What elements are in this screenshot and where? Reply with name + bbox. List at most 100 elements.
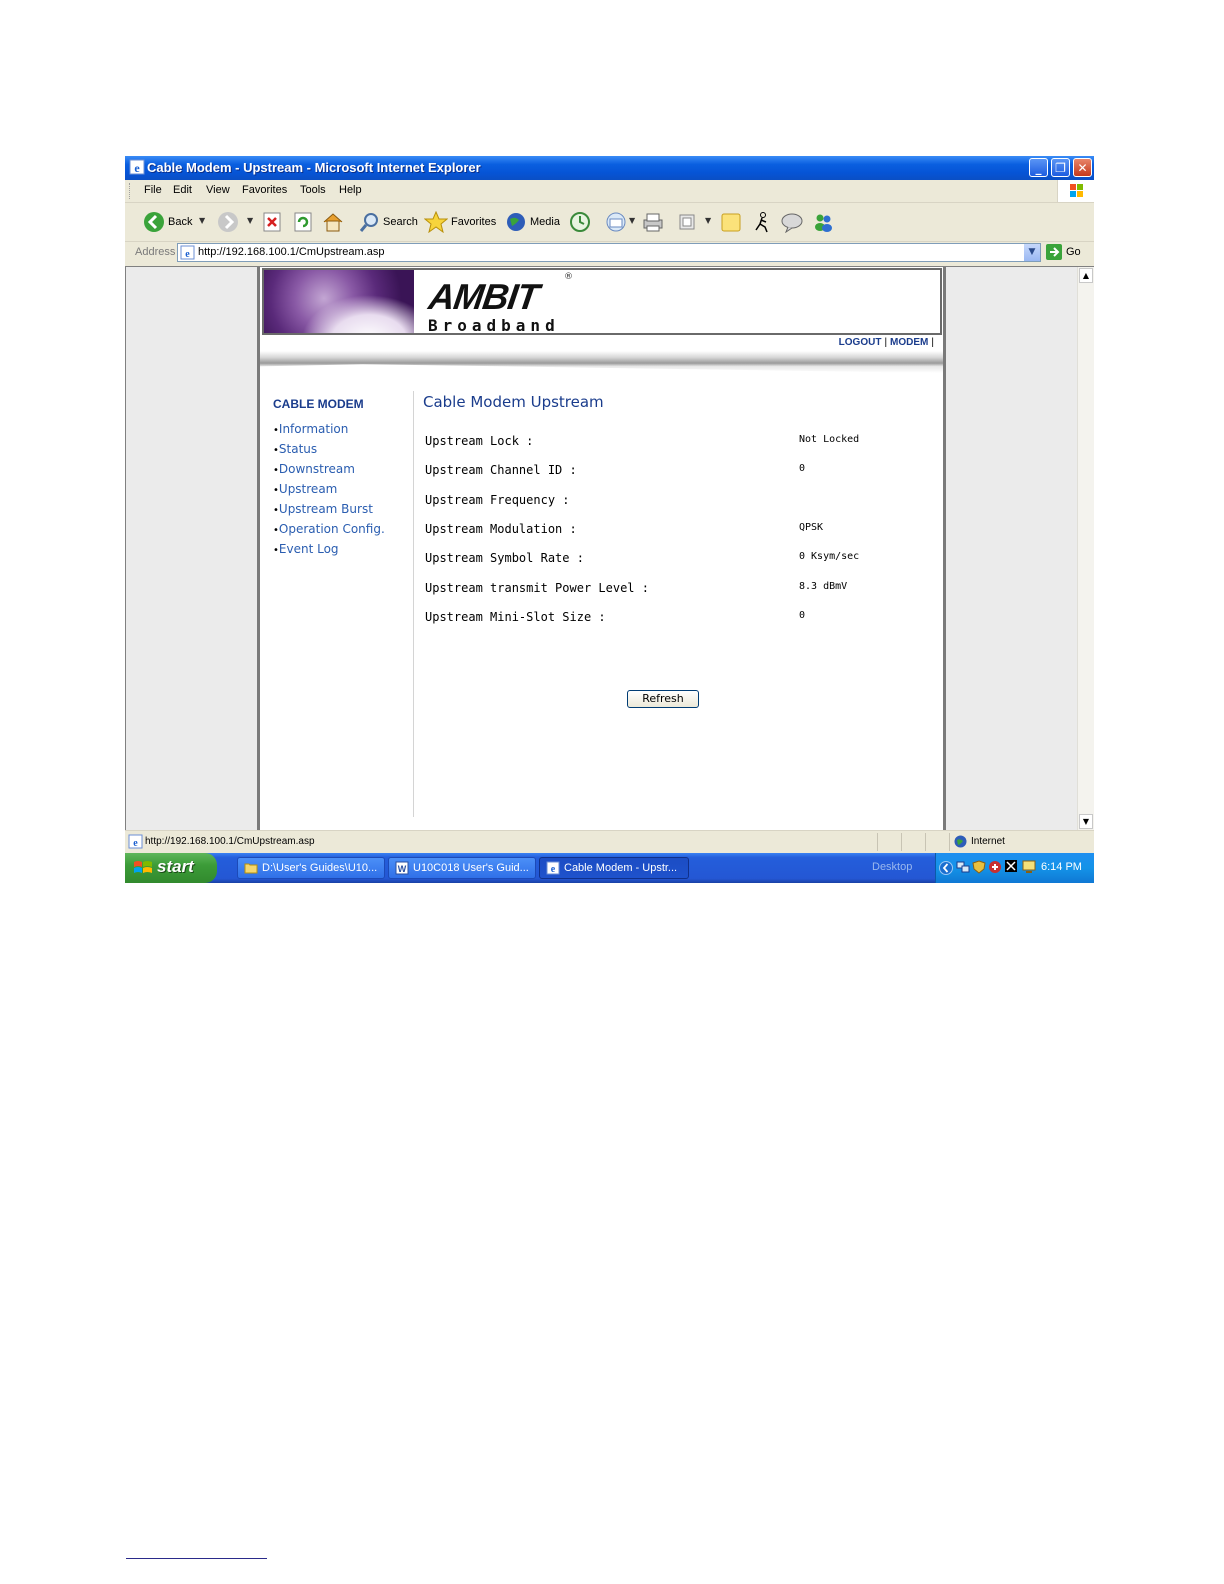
sidebar-item-status[interactable]: •Status (273, 441, 385, 461)
minimize-button[interactable]: _ (1029, 158, 1048, 177)
vertical-scrollbar[interactable]: ▲ ▼ (1077, 267, 1094, 830)
network-icon[interactable] (956, 860, 970, 874)
address-url: http://192.168.100.1/CmUpstream.asp (198, 246, 385, 258)
link-separator: | (931, 337, 934, 348)
menu-help[interactable]: Help (339, 184, 362, 196)
favorites-star-icon (424, 211, 448, 233)
chat-button[interactable] (780, 210, 804, 234)
security-shield-icon[interactable] (972, 860, 986, 874)
symbol-rate-value: 0 Ksym/sec (799, 551, 860, 562)
footnote-rule (126, 1558, 267, 1559)
print-button[interactable] (641, 210, 665, 234)
start-button[interactable]: start (125, 853, 217, 883)
header-swoosh (260, 351, 943, 373)
forward-dropdown-icon[interactable]: ▼ (247, 216, 253, 225)
address-input[interactable]: e http://192.168.100.1/CmUpstream.asp ▼ (177, 243, 1041, 262)
mail-button[interactable] (605, 210, 627, 234)
app-tray-icon[interactable] (1004, 859, 1018, 875)
status-bar: e http://192.168.100.1/CmUpstream.asp In… (125, 830, 1094, 853)
runner-icon (755, 212, 768, 233)
monitor-icon[interactable] (1022, 860, 1036, 874)
tray-expand-icon[interactable] (939, 860, 953, 876)
svg-text:W: W (398, 864, 407, 874)
registered-mark: ® (564, 272, 573, 282)
menu-file[interactable]: File (144, 184, 162, 196)
sidebar-item-event-log[interactable]: •Event Log (273, 541, 385, 561)
close-button[interactable]: ✕ (1073, 158, 1092, 177)
start-label: start (157, 857, 194, 876)
right-margin (946, 267, 1078, 830)
go-button[interactable]: Go (1046, 244, 1081, 260)
globe-image (264, 270, 414, 333)
word-icon: W (395, 861, 409, 875)
status-page-icon: e (128, 834, 143, 849)
status-cell (901, 833, 902, 851)
media-button[interactable]: Media (505, 210, 560, 234)
edit-button[interactable] (677, 210, 697, 234)
power-level-value: 8.3 dBmV (799, 581, 848, 592)
sidebar-item-upstream[interactable]: •Upstream (273, 481, 385, 501)
logout-link[interactable]: LOGOUT (839, 337, 882, 348)
menu-tools[interactable]: Tools (300, 184, 326, 196)
left-margin (126, 267, 257, 830)
menu-favorites[interactable]: Favorites (242, 184, 287, 196)
messenger-button[interactable] (812, 210, 836, 234)
symbol-rate-label: Upstream Symbol Rate : (425, 551, 584, 565)
svg-text:e: e (551, 864, 556, 875)
messenger-runner-button[interactable] (752, 210, 772, 234)
favorites-label: Favorites (451, 216, 497, 228)
desktop-toolbar-label[interactable]: Desktop (872, 861, 912, 873)
mail-dropdown-icon[interactable]: ▼ (629, 216, 635, 225)
favorites-button[interactable]: Favorites (424, 210, 496, 234)
menu-view[interactable]: View (206, 184, 230, 196)
history-button[interactable] (569, 210, 591, 234)
mini-slot-label: Upstream Mini-Slot Size : (425, 610, 606, 624)
taskbar-folder-label: D:\User's Guides\U10... (262, 862, 378, 874)
home-button[interactable] (322, 210, 344, 234)
scroll-up-icon[interactable]: ▲ (1079, 268, 1093, 283)
forward-button[interactable] (217, 210, 239, 234)
refresh-page-button[interactable] (293, 210, 313, 234)
content-divider (413, 391, 414, 817)
menu-edit[interactable]: Edit (173, 184, 192, 196)
edit-dropdown-icon[interactable]: ▼ (705, 216, 711, 225)
modem-link[interactable]: MODEM (890, 337, 928, 348)
back-button[interactable]: Back (143, 210, 192, 234)
taskbar-folder[interactable]: D:\User's Guides\U10... (237, 857, 385, 879)
title-bar: e Cable Modem - Upstream - Microsoft Int… (125, 156, 1094, 180)
page-title: Cable Modem Upstream (423, 393, 604, 411)
stop-icon (263, 212, 281, 232)
edit-page-icon (679, 214, 695, 230)
taskbar-ie-window[interactable]: e Cable Modem - Upstr... (539, 857, 689, 879)
power-level-label: Upstream transmit Power Level : (425, 581, 649, 595)
svg-text:e: e (134, 161, 140, 175)
mail-icon (606, 212, 626, 232)
address-bar: Address e http://192.168.100.1/CmUpstrea… (125, 242, 1094, 264)
address-label: Address (135, 246, 176, 258)
taskbar-word-doc[interactable]: W U10C018 User's Guid... (388, 857, 536, 879)
sidebar-item-operation-config[interactable]: •Operation Config. (273, 521, 385, 541)
sidebar-heading: CABLE MODEM (273, 397, 364, 411)
search-button[interactable]: Search (358, 210, 418, 234)
address-dropdown-icon[interactable]: ▼ (1024, 244, 1040, 261)
taskbar-ie-window-label: Cable Modem - Upstr... (564, 862, 678, 874)
print-icon (643, 213, 663, 232)
banner: AMBIT ® Broadband (262, 268, 942, 335)
toolbar: Back ▼ ▼ Search Favorites Media ▼ ▼ (125, 203, 1094, 242)
antivirus-icon[interactable] (988, 860, 1002, 874)
stop-button[interactable] (262, 210, 282, 234)
sidebar-item-information[interactable]: •Information (273, 421, 385, 441)
top-links: LOGOUT | MODEM | (839, 337, 937, 348)
restore-button[interactable]: ❐ (1051, 158, 1070, 177)
sidebar-item-downstream[interactable]: •Downstream (273, 461, 385, 481)
sidebar-item-upstream-burst[interactable]: •Upstream Burst (273, 501, 385, 521)
status-cell (877, 833, 878, 851)
browser-viewport: AMBIT ® Broadband LOGOUT | MODEM | CABLE MO… (125, 266, 1094, 830)
taskbar-word-doc-label: U10C018 User's Guid... (413, 862, 529, 874)
folder-icon (244, 863, 258, 874)
discuss-button[interactable] (720, 210, 742, 234)
scroll-down-icon[interactable]: ▼ (1079, 814, 1093, 829)
refresh-button[interactable]: Refresh (627, 690, 699, 708)
page-icon: e (180, 245, 195, 260)
back-dropdown-icon[interactable]: ▼ (199, 216, 205, 225)
